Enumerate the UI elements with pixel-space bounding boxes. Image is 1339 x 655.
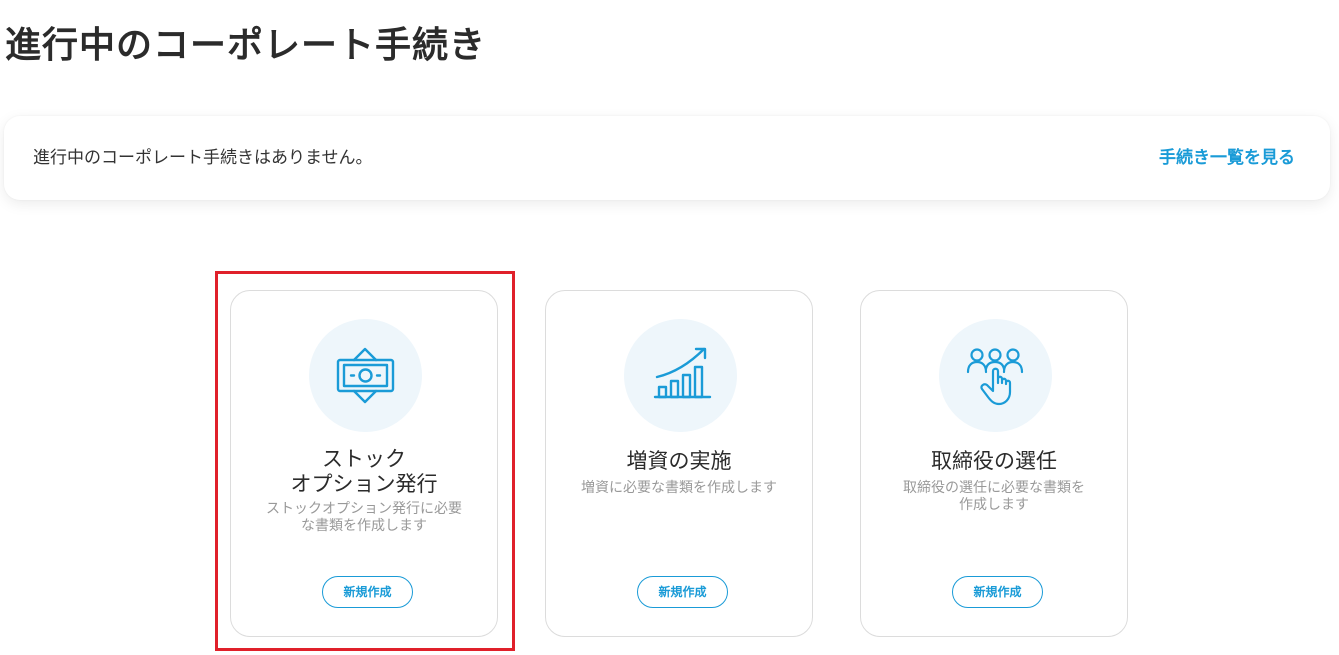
stock-option-description-line2: な書類を作成します <box>301 518 427 534</box>
view-procedures-link[interactable]: 手続き一覧を見る <box>1159 146 1295 170</box>
stock-option-title-line2: オプション発行 <box>290 472 438 496</box>
money-bill-icon <box>336 347 395 404</box>
capital-increase-title: 増資の実施 <box>626 449 732 473</box>
capital-increase-card[interactable]: 増資の実施 増資に必要な書類を作成します 新規作成 <box>545 290 813 637</box>
stock-option-new-button[interactable]: 新規作成 <box>322 576 413 608</box>
in-progress-panel: 進行中のコーポレート手続きはありません。 手続き一覧を見る <box>4 116 1330 200</box>
growth-chart-icon <box>653 347 712 399</box>
director-appointment-description-line1: 取締役の選任に必要な書類を <box>903 480 1085 496</box>
stock-option-card[interactable]: ストック オプション発行 ストックオプション発行に必要 な書類を作成します 新規作成 <box>230 290 498 637</box>
stock-option-icon-circle <box>309 319 422 432</box>
capital-increase-description: 増資に必要な書類を作成します <box>581 480 777 496</box>
stock-option-title-line1: ストック <box>322 447 406 471</box>
stock-option-title: ストック オプション発行 <box>241 447 487 497</box>
director-appointment-icon-circle <box>939 319 1052 432</box>
director-appointment-card[interactable]: 取締役の選任 取締役の選任に必要な書類を 作成します 新規作成 <box>860 290 1128 637</box>
page-title: 進行中のコーポレート手続き <box>5 25 487 66</box>
stock-option-description: ストックオプション発行に必要 な書類を作成します <box>245 501 483 535</box>
director-appointment-new-button[interactable]: 新規作成 <box>952 576 1043 608</box>
no-procedures-message: 進行中のコーポレート手続きはありません。 <box>33 148 373 168</box>
director-appointment-title: 取締役の選任 <box>931 449 1057 473</box>
director-appointment-description: 取締役の選任に必要な書類を 作成します <box>875 480 1113 514</box>
select-person-icon <box>966 348 1024 406</box>
director-appointment-description-line2: 作成します <box>959 497 1029 513</box>
stock-option-description-line1: ストックオプション発行に必要 <box>266 501 462 517</box>
capital-increase-new-button[interactable]: 新規作成 <box>637 576 728 608</box>
capital-increase-icon-circle <box>624 319 737 432</box>
